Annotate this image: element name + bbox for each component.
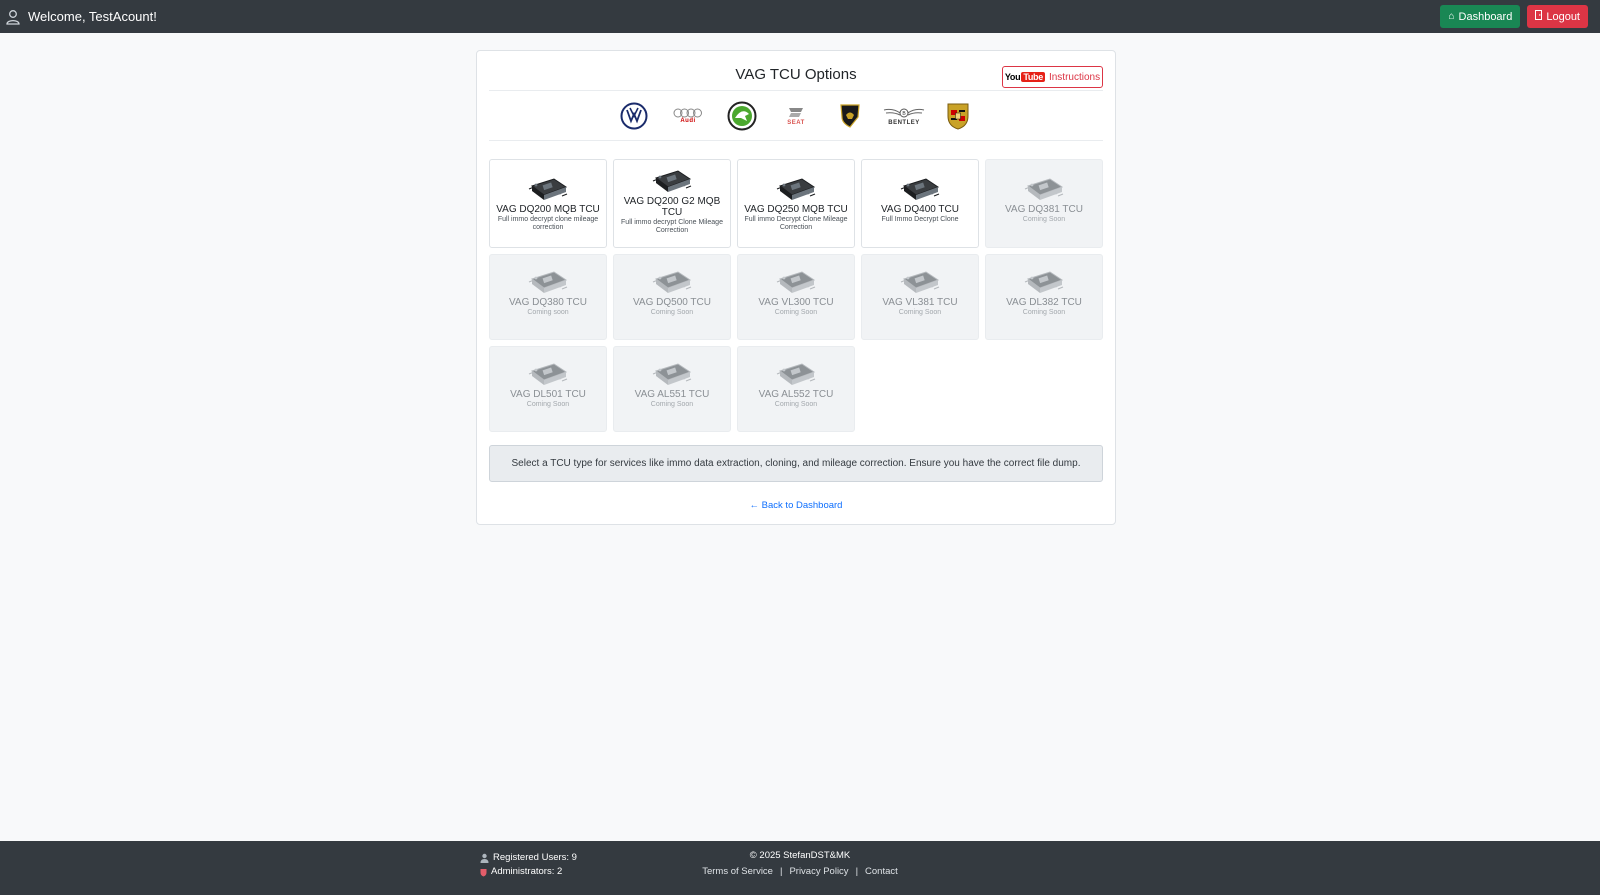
porsche-logo xyxy=(931,96,985,136)
tcu-tile-description: Full immo Decrypt Clone Mileage Correcti… xyxy=(744,216,848,231)
bentley-logo: B BENTLEY xyxy=(877,96,931,136)
tcu-chip-icon xyxy=(862,269,978,295)
tcu-tile-description: Coming Soon xyxy=(1022,309,1066,316)
tcu-chip-icon xyxy=(614,361,730,387)
tcu-tile: VAG AL551 TCU Coming Soon xyxy=(613,346,731,432)
tcu-chip-icon xyxy=(862,176,978,202)
tcu-tile-name: VAG DQ500 TCU xyxy=(633,297,711,308)
tcu-options-card: VAG TCU Options You Tube Instructions Aud… xyxy=(476,50,1116,525)
tcu-chip-icon xyxy=(614,168,730,194)
tcu-tile-description: Full Immo Decrypt Clone xyxy=(881,216,959,223)
tcu-chip-icon xyxy=(614,269,730,295)
tcu-tile-name: VAG VL381 TCU xyxy=(882,297,958,308)
tcu-tile: VAG DQ381 TCU Coming Soon xyxy=(985,159,1103,248)
welcome-text: Welcome, TestAcount! xyxy=(28,9,157,24)
youtube-icon: You Tube xyxy=(1004,72,1045,82)
tcu-chip-icon xyxy=(738,176,854,202)
tcu-tile-name: VAG DL501 TCU xyxy=(510,389,586,400)
tcu-chip-icon xyxy=(738,361,854,387)
tcu-tile[interactable]: VAG DQ250 MQB TCU Full immo Decrypt Clone… xyxy=(737,159,855,248)
tcu-chip-icon xyxy=(986,176,1102,202)
audi-logo: Audi xyxy=(661,96,715,136)
dashboard-button-label: Dashboard xyxy=(1458,10,1513,23)
lamborghini-logo xyxy=(823,96,877,136)
tcu-tile-name: VAG DL382 TCU xyxy=(1006,297,1082,308)
tcu-tile-name: VAG AL552 TCU xyxy=(758,389,834,400)
skoda-logo xyxy=(715,96,769,136)
volkswagen-logo xyxy=(607,96,661,136)
door-icon xyxy=(1535,10,1543,23)
seat-logo: SEAT xyxy=(769,96,823,136)
tcu-tile-name: VAG DQ200 G2 MQB TCU xyxy=(623,196,721,218)
tcu-tile-name: VAG DQ200 MQB TCU xyxy=(496,204,600,215)
user-icon xyxy=(6,9,20,25)
tcu-tile-description: Coming soon xyxy=(527,309,569,316)
footer: Registered Users: 9 Administrators: 2 © … xyxy=(0,841,1600,895)
tcu-tile-name: VAG AL551 TCU xyxy=(634,389,710,400)
tcu-tile-name: VAG DQ380 TCU xyxy=(509,297,587,308)
tcu-tile-description: Coming Soon xyxy=(650,401,694,408)
card-header: VAG TCU Options You Tube Instructions xyxy=(489,51,1103,91)
home-icon: ⌂ xyxy=(1448,11,1455,22)
tcu-tile-name: VAG DQ250 MQB TCU xyxy=(744,204,848,215)
contact-link[interactable]: Contact xyxy=(865,866,898,877)
tcu-tile-name: VAG DQ400 TCU xyxy=(881,204,959,215)
tcu-chip-icon xyxy=(490,176,606,202)
tcu-tile-description: Coming Soon xyxy=(1022,216,1066,223)
terms-of-service-link[interactable]: Terms of Service xyxy=(702,866,773,877)
tcu-tile: VAG DL501 TCU Coming Soon xyxy=(489,346,607,432)
logout-button[interactable]: Logout xyxy=(1527,5,1588,28)
tcu-tile-name: VAG DQ381 TCU xyxy=(1005,204,1083,215)
tcu-tile-description: Coming Soon xyxy=(898,309,942,316)
instructions-label: Instructions xyxy=(1048,71,1101,83)
top-navbar: Welcome, TestAcount! ⌂ Dashboard Logout xyxy=(0,0,1600,33)
tcu-tile-description: Coming Soon xyxy=(650,309,694,316)
tcu-tile-description: Coming Soon xyxy=(526,401,570,408)
tcu-tile: VAG VL300 TCU Coming Soon xyxy=(737,254,855,340)
privacy-policy-link[interactable]: Privacy Policy xyxy=(789,866,848,877)
youtube-instructions-button[interactable]: You Tube Instructions xyxy=(1002,66,1103,88)
tcu-chip-icon xyxy=(490,361,606,387)
tcu-tile[interactable]: VAG DQ200 MQB TCU Full immo decrypt clone… xyxy=(489,159,607,248)
tcu-tile: VAG DQ500 TCU Coming Soon xyxy=(613,254,731,340)
tcu-tile-description: Full immo decrypt clone mileage correcti… xyxy=(497,216,599,231)
footer-center: © 2025 StefanDST&MK Terms of Service | Pri… xyxy=(0,850,1600,877)
info-alert: Select a TCU type for services like immo… xyxy=(489,445,1103,482)
tcu-tile: VAG AL552 TCU Coming Soon xyxy=(737,346,855,432)
tcu-tile-description: Coming Soon xyxy=(774,309,818,316)
tcu-tile: VAG DQ380 TCU Coming soon xyxy=(489,254,607,340)
tcu-chip-icon xyxy=(986,269,1102,295)
brand-logos: Audi SEAT B BENTLEY xyxy=(489,91,1103,141)
copyright: © 2025 StefanDST&MK xyxy=(749,850,851,861)
dashboard-button[interactable]: ⌂ Dashboard xyxy=(1440,5,1521,28)
back-to-dashboard-link[interactable]: ← Back to Dashboard xyxy=(477,500,1115,511)
tcu-tile: VAG DL382 TCU Coming Soon xyxy=(985,254,1103,340)
footer-links: Terms of Service | Privacy Policy | Contact xyxy=(702,866,898,877)
tcu-tile-description: Coming Soon xyxy=(774,401,818,408)
tcu-chip-icon xyxy=(490,269,606,295)
tcu-tile: VAG VL381 TCU Coming Soon xyxy=(861,254,979,340)
tcu-tile-description: Full immo decrypt Clone Mileage Correcti… xyxy=(621,219,723,234)
tcu-tile[interactable]: VAG DQ200 G2 MQB TCU Full immo decrypt Cl… xyxy=(613,159,731,248)
tcu-tile[interactable]: VAG DQ400 TCU Full Immo Decrypt Clone xyxy=(861,159,979,248)
logout-button-label: Logout xyxy=(1546,10,1580,23)
tcu-chip-icon xyxy=(738,269,854,295)
tcu-tile-name: VAG VL300 TCU xyxy=(758,297,834,308)
